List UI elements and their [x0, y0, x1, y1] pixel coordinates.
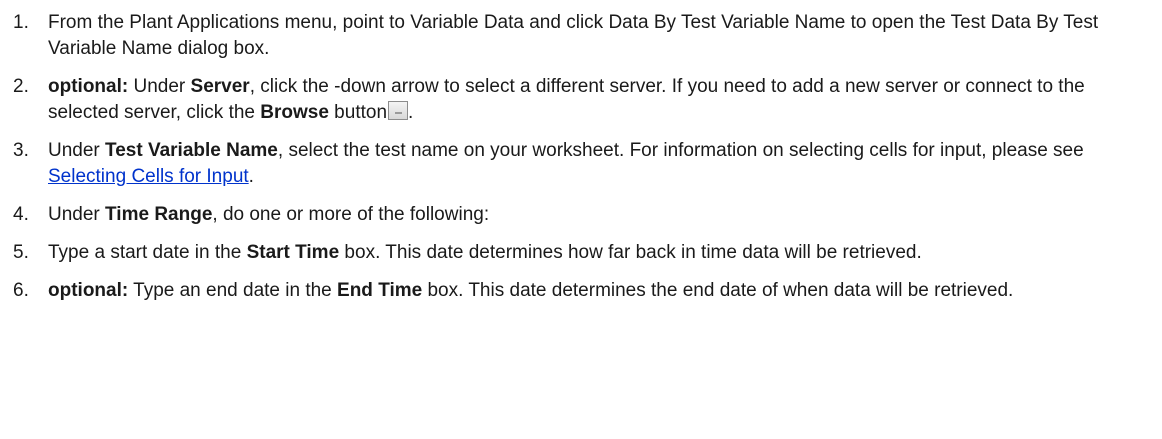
step-text: Under	[48, 140, 106, 161]
step-text: Under	[48, 204, 106, 225]
optional-label: optional:	[48, 76, 129, 97]
step-number: 3.	[13, 140, 29, 161]
steps-list: 1. From the Plant Applications menu, poi…	[0, 0, 1162, 304]
ui-term-browse: Browse	[260, 102, 329, 123]
step-text: .	[408, 102, 414, 123]
selecting-cells-link[interactable]: Selecting Cells for Input	[48, 166, 249, 187]
browse-button-icon	[388, 101, 409, 120]
ui-term-time-range: Time Range	[105, 204, 213, 225]
step-text: box. This date determines how far back i…	[339, 242, 922, 263]
step-text: button	[328, 102, 388, 123]
step-text: , select the test name on your worksheet…	[277, 140, 1084, 161]
step-1: 1. From the Plant Applications menu, poi…	[0, 10, 1108, 62]
ui-term-test-variable-name: Test Variable Name	[105, 140, 278, 161]
step-text: .	[248, 166, 254, 187]
step-6: 6. optional: Type an end date in the End…	[0, 278, 1108, 304]
step-text: Under	[128, 76, 191, 97]
ui-term-server: Server	[190, 76, 250, 97]
step-text: Type a start date in the	[48, 242, 247, 263]
step-3: 3. Under Test Variable Name, select the …	[0, 138, 1108, 190]
step-text: From the Plant Applications menu, point …	[48, 12, 1099, 59]
optional-label: optional:	[48, 280, 129, 301]
ui-term-end-time: End Time	[337, 280, 423, 301]
step-text: box. This date determines the end date o…	[422, 280, 1014, 301]
step-number: 4.	[13, 204, 29, 225]
step-number: 5.	[13, 242, 29, 263]
step-number: 1.	[13, 12, 29, 33]
ui-term-start-time: Start Time	[246, 242, 340, 263]
step-text: , do one or more of the following:	[212, 204, 490, 225]
step-number: 6.	[13, 280, 29, 301]
step-2: 2. optional: Under Server, click the -do…	[0, 74, 1108, 126]
step-text: Type an end date in the	[128, 280, 338, 301]
step-4: 4. Under Time Range, do one or more of t…	[0, 202, 1108, 228]
step-number: 2.	[13, 76, 29, 97]
step-5: 5. Type a start date in the Start Time b…	[0, 240, 1108, 266]
